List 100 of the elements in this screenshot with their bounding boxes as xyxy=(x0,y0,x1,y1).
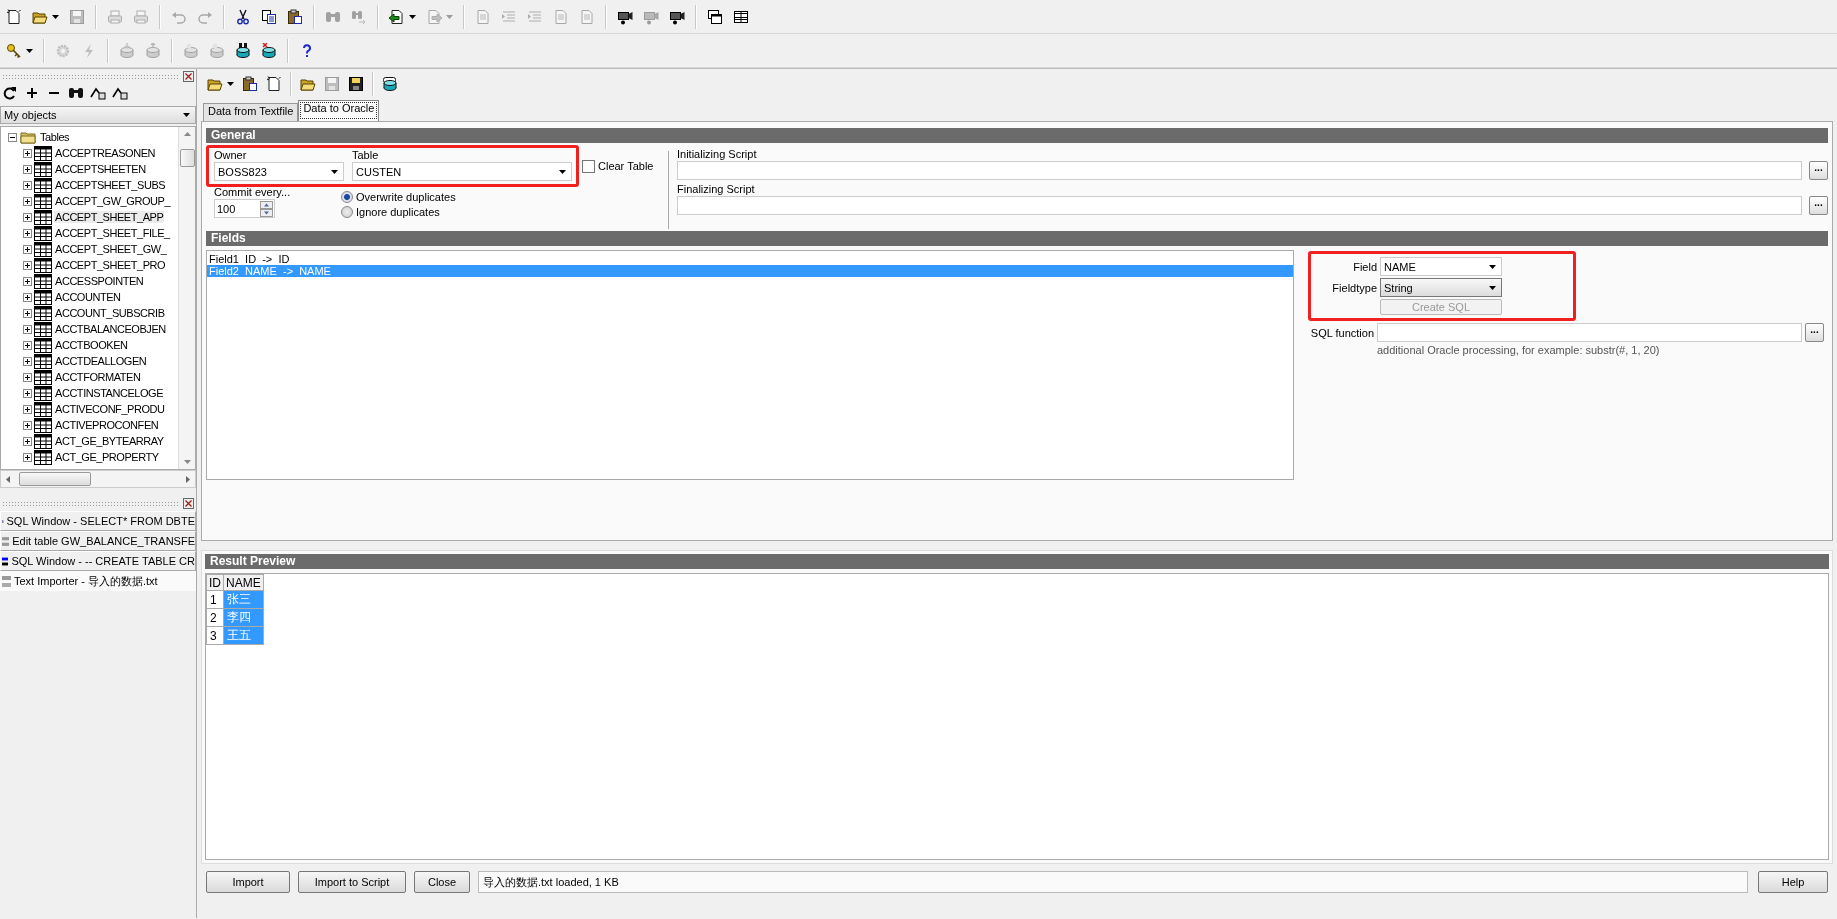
radio-label[interactable]: Ignore duplicates xyxy=(356,206,440,218)
new-page-icon[interactable] xyxy=(266,76,282,92)
expand-icon[interactable] xyxy=(23,212,32,222)
checkbox-label[interactable]: Clear Table xyxy=(598,160,654,172)
close-icon[interactable] xyxy=(183,71,194,82)
button[interactable]: Close xyxy=(414,871,470,893)
spin-buttons-icon[interactable] xyxy=(260,200,273,217)
radio-button[interactable] xyxy=(341,206,353,218)
tree-item[interactable]: ACCTDEALLOGEN xyxy=(54,355,148,367)
filter-dropdown[interactable]: My objects xyxy=(0,106,196,124)
new-page-icon[interactable] xyxy=(6,8,22,25)
scroll-thumb[interactable] xyxy=(179,149,195,167)
expand-icon[interactable] xyxy=(23,372,32,382)
scrollbar[interactable] xyxy=(0,470,196,488)
column-header[interactable]: NAME xyxy=(223,574,264,591)
windows-icon[interactable] xyxy=(707,8,723,25)
database-icon[interactable] xyxy=(235,42,251,59)
folder-icon[interactable] xyxy=(207,76,223,92)
tree-item[interactable]: ACCEPTREASONEN xyxy=(54,147,157,159)
scroll-left-icon[interactable] xyxy=(5,474,11,484)
tab[interactable]: Data to Oracle xyxy=(298,100,380,121)
fieldtype-dropdown[interactable]: String xyxy=(1380,278,1502,297)
expand-icon[interactable] xyxy=(23,420,32,430)
binoculars-icon[interactable] xyxy=(68,85,84,101)
tree-item[interactable]: ACCTBALANCEOBJEN xyxy=(54,323,167,335)
scroll-thumb[interactable] xyxy=(19,472,91,486)
tree-item[interactable]: ACCOUNT_SUBSCRIB xyxy=(54,307,166,319)
expand-icon[interactable] xyxy=(23,404,32,414)
initializing-script-field[interactable] xyxy=(677,161,1802,180)
tree-item[interactable]: ACCEPT_GW_GROUP_ xyxy=(54,195,172,207)
scroll-up-icon[interactable] xyxy=(182,131,192,137)
copy-icon[interactable] xyxy=(261,8,277,25)
scrollbar[interactable] xyxy=(178,127,195,469)
clipboard-icon[interactable] xyxy=(287,8,303,25)
database-icon[interactable] xyxy=(261,42,277,59)
button[interactable]: Import to Script xyxy=(298,871,406,893)
tree-item[interactable]: ACTIVECONF_PRODU xyxy=(54,403,166,415)
window-tab[interactable]: Text Importer - 导入的数据.txt xyxy=(0,571,196,591)
owner-dropdown[interactable]: BOSS823 xyxy=(214,162,344,181)
field-dropdown[interactable]: NAME xyxy=(1380,257,1502,276)
tree-item[interactable]: ACT_GE_PROPERTY xyxy=(54,451,160,463)
tree-item[interactable]: ACT_GE_BYTEARRAY xyxy=(54,435,165,447)
radio-button[interactable] xyxy=(341,191,353,203)
browse-button[interactable]: ... xyxy=(1805,323,1824,342)
sql-function-field[interactable] xyxy=(1377,323,1802,342)
filter-icon[interactable] xyxy=(90,85,106,101)
filter-icon[interactable] xyxy=(112,85,128,101)
database-icon[interactable] xyxy=(382,76,398,92)
scroll-right-icon[interactable] xyxy=(185,474,191,484)
browse-button[interactable]: ... xyxy=(1809,161,1828,180)
expand-icon[interactable] xyxy=(23,356,32,366)
tree-item[interactable]: ACCEPT_SHEET_APP xyxy=(54,211,165,223)
scissors-icon[interactable] xyxy=(235,8,251,25)
expand-icon[interactable] xyxy=(23,436,32,446)
window-tab[interactable]: SQL Window - SELECT* FROM DBTE xyxy=(0,511,196,531)
expand-icon[interactable] xyxy=(23,244,32,254)
tree-item[interactable]: ACCEPTSHEET_SUBS xyxy=(54,179,167,191)
expand-icon[interactable] xyxy=(23,148,32,158)
page-arrow-icon[interactable] xyxy=(389,8,405,25)
radio-label[interactable]: Overwrite duplicates xyxy=(356,191,456,203)
tree-item[interactable]: ACTIVEPROCONFEN xyxy=(54,419,160,431)
close-icon[interactable] xyxy=(183,498,194,509)
scroll-down-icon[interactable] xyxy=(182,459,192,465)
checkbox[interactable] xyxy=(582,159,595,173)
caret-icon[interactable] xyxy=(52,14,59,19)
folder-icon[interactable] xyxy=(300,76,316,92)
tree-item[interactable]: ACCEPTSHEETEN xyxy=(54,163,147,175)
tree-item[interactable]: ACCEPT_SHEET_FILE_ xyxy=(54,227,171,239)
expand-icon[interactable] xyxy=(23,180,32,190)
collapse-icon[interactable] xyxy=(8,132,17,142)
expand-icon[interactable] xyxy=(23,340,32,350)
column-header[interactable]: ID xyxy=(206,574,224,591)
button[interactable]: Import xyxy=(206,871,290,893)
key-icon[interactable] xyxy=(6,42,22,59)
caret-icon[interactable] xyxy=(409,14,416,19)
tree-item[interactable]: ACCEPT_SHEET_GW_ xyxy=(54,243,168,255)
caret-icon[interactable] xyxy=(26,48,33,53)
table-dropdown[interactable]: CUSTEN xyxy=(352,162,572,181)
tree-item[interactable]: ACCOUNTEN xyxy=(54,291,122,303)
expand-icon[interactable] xyxy=(23,196,32,206)
expand-icon[interactable] xyxy=(23,452,32,462)
tree-item[interactable]: ACCTFORMATEN xyxy=(54,371,142,383)
window-tab[interactable]: SQL Window - -- CREATE TABLE CR xyxy=(0,551,196,571)
expand-icon[interactable] xyxy=(23,164,32,174)
window-tab[interactable]: Edit table GW_BALANCE_TRANSFE xyxy=(0,531,196,551)
expand-icon[interactable] xyxy=(23,324,32,334)
tree-item[interactable]: ACCTBOOKEN xyxy=(54,339,129,351)
help-button[interactable]: Help xyxy=(1758,871,1828,893)
expand-icon[interactable] xyxy=(23,292,32,302)
list-item[interactable]: Field1 ID -> ID xyxy=(207,253,1293,265)
clipboard-icon[interactable] xyxy=(242,76,258,92)
browse-button[interactable]: ... xyxy=(1809,196,1828,215)
expand-icon[interactable] xyxy=(23,228,32,238)
finalizing-script-field[interactable] xyxy=(677,196,1802,215)
tab[interactable]: Data from Textfile xyxy=(203,103,299,121)
tile-icon[interactable] xyxy=(733,8,749,25)
expand-icon[interactable] xyxy=(23,308,32,318)
refresh-icon[interactable] xyxy=(2,85,18,101)
tree-item[interactable]: ACCESSPOINTEN xyxy=(54,275,145,287)
tree-item[interactable]: Tables xyxy=(39,131,71,143)
